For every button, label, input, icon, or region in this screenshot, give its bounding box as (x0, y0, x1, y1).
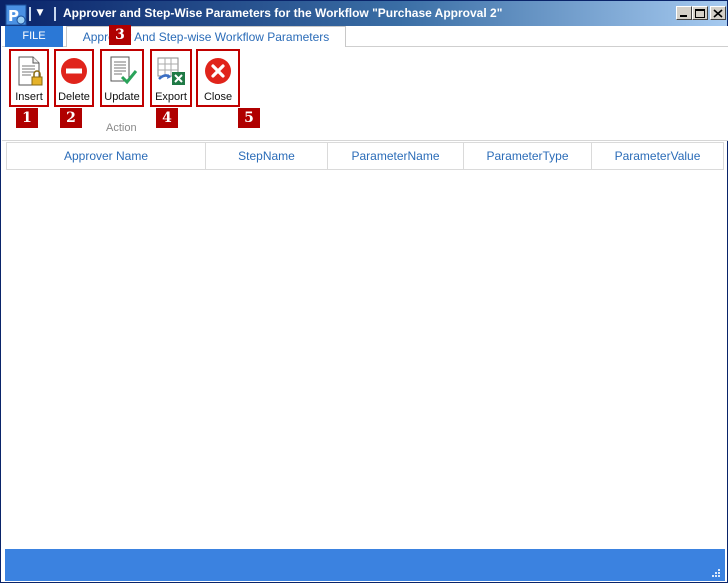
close-label: Close (203, 91, 233, 103)
update-button[interactable]: Update (100, 49, 144, 107)
quick-access-dropdown-icon[interactable]: ▼ (34, 6, 46, 20)
export-label: Export (155, 91, 187, 103)
delete-label: Delete (58, 91, 90, 103)
delete-minus-icon (61, 58, 87, 84)
minimize-icon (680, 15, 687, 17)
quick-access-separator (54, 7, 56, 21)
update-check-icon (110, 56, 138, 85)
status-bar (5, 549, 725, 581)
app-icon[interactable]: P (5, 4, 27, 26)
callout-4: 4 (156, 108, 178, 128)
column-header-step-name[interactable]: StepName (206, 143, 328, 169)
file-tab[interactable]: FILE (5, 26, 63, 47)
update-label: Update (104, 91, 140, 103)
close-window-button[interactable] (710, 6, 726, 20)
quick-access-separator (29, 7, 31, 21)
close-window-icon (713, 9, 723, 18)
ribbon-panel: Insert Delete Update Export Close Action (2, 47, 728, 141)
column-header-parameter-type[interactable]: ParameterType (464, 143, 592, 169)
close-button[interactable]: Close (196, 49, 240, 107)
callout-3: 3 (109, 25, 131, 45)
main-window: P ▼ Approver and Step-Wise Parameters fo… (0, 0, 728, 583)
title-bar: P ▼ Approver and Step-Wise Parameters fo… (1, 1, 727, 26)
ribbon-group-label: Action (106, 122, 137, 134)
close-x-icon (205, 58, 231, 84)
insert-document-lock-icon (18, 56, 43, 86)
column-header-parameter-value[interactable]: ParameterValue (592, 143, 723, 169)
resize-grip-icon[interactable] (711, 568, 721, 578)
column-header-approver-name[interactable]: Approver Name (7, 143, 206, 169)
column-header-parameter-name[interactable]: ParameterName (328, 143, 464, 169)
export-excel-icon (157, 57, 185, 85)
maximize-icon (695, 9, 705, 18)
callout-2: 2 (60, 108, 82, 128)
maximize-button[interactable] (692, 6, 708, 20)
window-title: Approver and Step-Wise Parameters for th… (63, 6, 503, 20)
grid-body[interactable] (6, 170, 724, 548)
delete-button[interactable]: Delete (54, 49, 94, 107)
export-button[interactable]: Export (150, 49, 192, 107)
minimize-button[interactable] (676, 6, 692, 20)
insert-label: Insert (15, 91, 43, 103)
tab-approver-parameters[interactable]: Approver And Step-wise Workflow Paramete… (66, 26, 346, 48)
insert-button[interactable]: Insert (9, 49, 49, 107)
callout-1: 1 (16, 108, 38, 128)
grid-header: Approver Name StepName ParameterName Par… (6, 142, 724, 170)
callout-5: 5 (238, 108, 260, 128)
